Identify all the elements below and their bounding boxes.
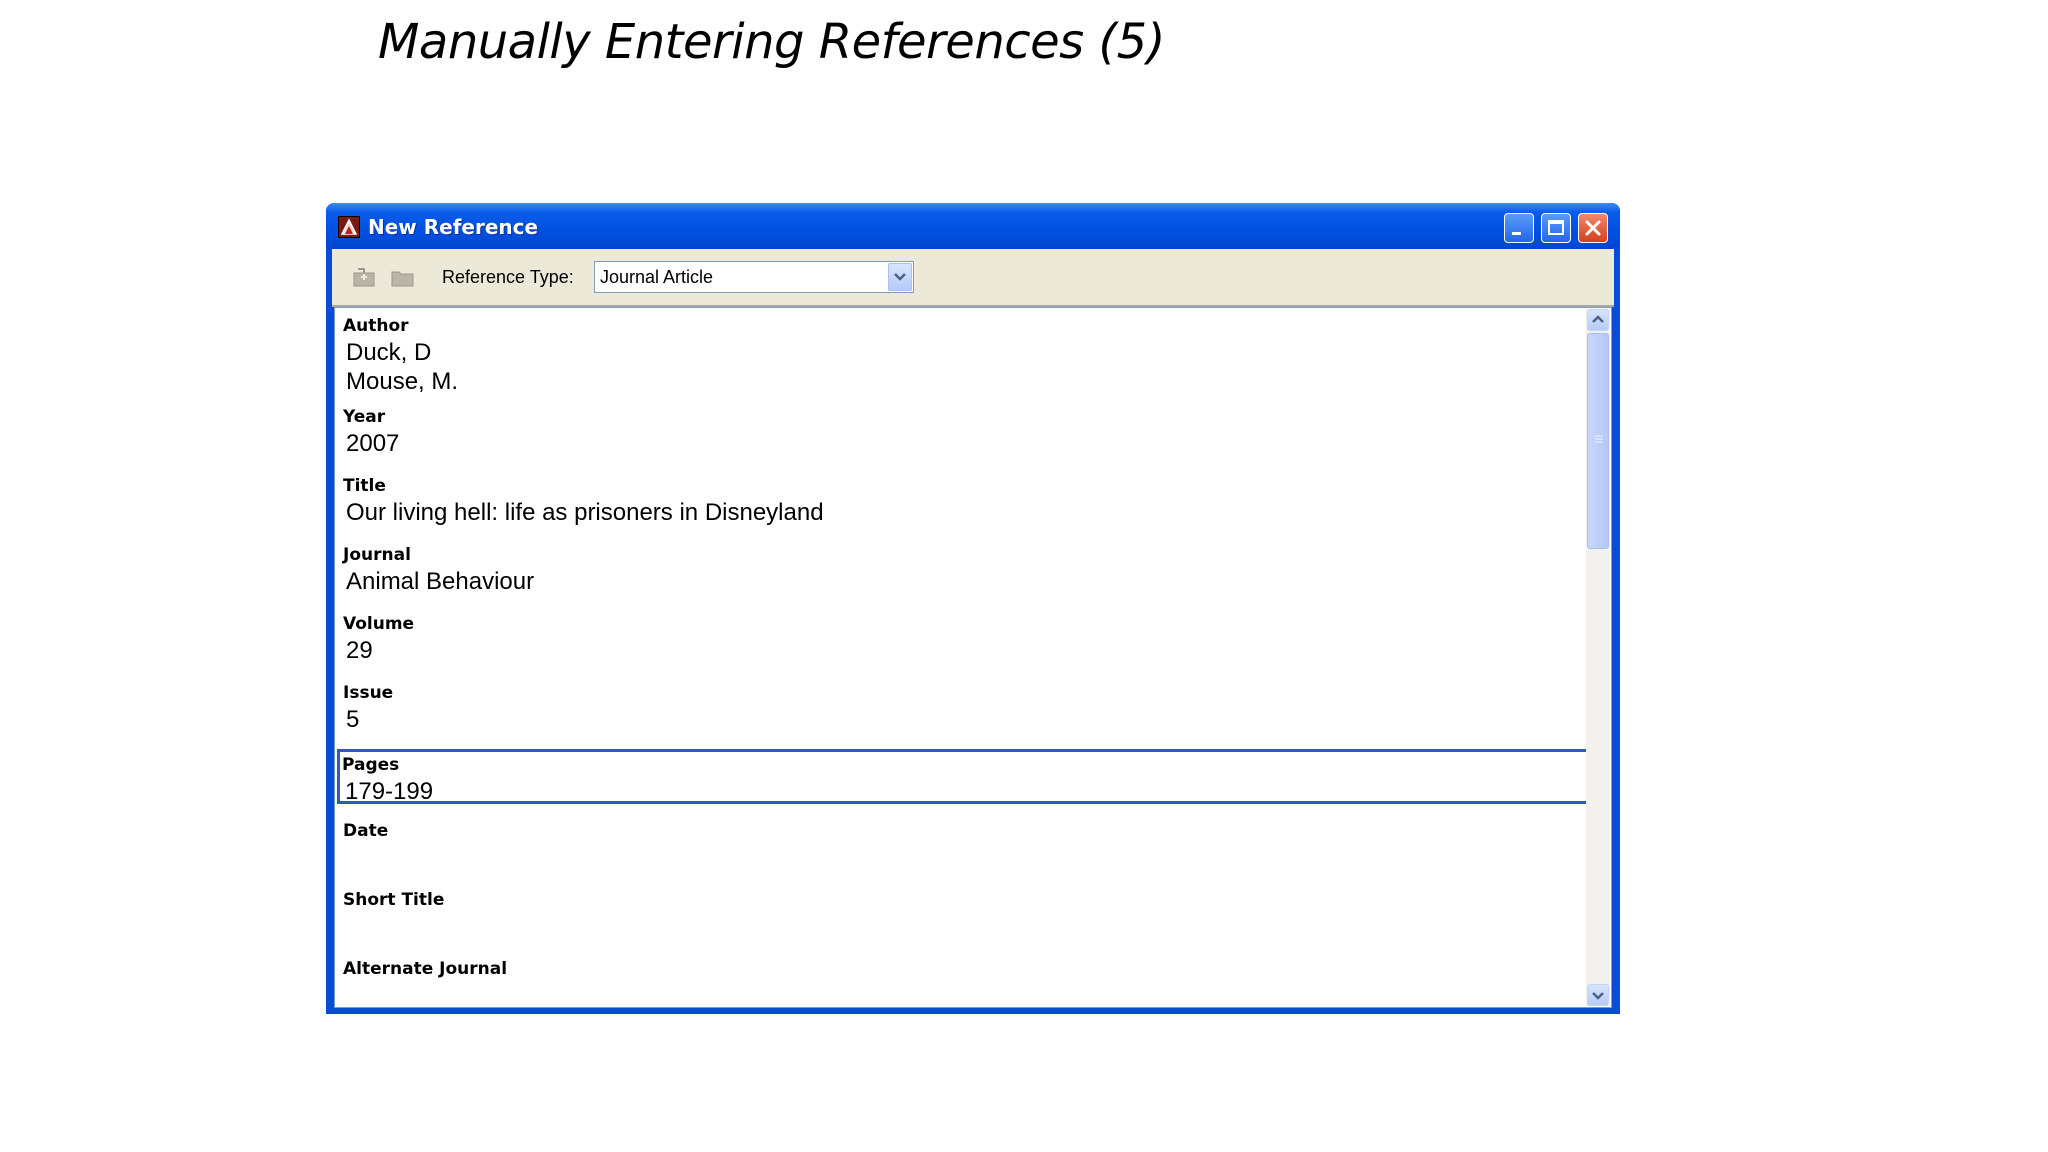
field-title[interactable]: Title Our living hell: life as prisoners … [341,476,1591,533]
field-value[interactable]: 2007 [346,429,399,458]
field-label: Journal [343,545,411,565]
reference-fields-panel: Author Duck, D Mouse, M. Year 2007 Title Our l… [334,307,1612,1008]
toolbar: Reference Type: Journal Article [332,249,1614,307]
field-value[interactable]: Duck, D [346,338,431,367]
field-label: Year [343,407,386,427]
vertical-scrollbar[interactable] [1586,309,1610,1006]
maximize-button[interactable] [1541,213,1571,243]
title-bar[interactable]: New Reference [326,203,1620,249]
field-label: Alternate Journal [343,959,508,979]
field-label: Title [343,476,386,496]
close-icon [1585,220,1601,236]
reference-type-value: Journal Article [600,267,714,287]
field-value[interactable]: Our living hell: life as prisoners in Di… [346,498,824,527]
field-value[interactable]: Mouse, M. [346,367,458,396]
new-reference-window: New Reference Reference Type: Journal Ar… [326,203,1620,1014]
field-journal[interactable]: Journal Animal Behaviour [341,545,1591,602]
chevron-down-icon [1592,992,1604,1000]
chevron-down-icon [894,273,906,281]
reference-type-select[interactable]: Journal Article [594,261,914,293]
field-label: Date [343,821,389,841]
field-value[interactable]: 29 [346,636,373,665]
field-issue[interactable]: Issue 5 [341,683,1591,740]
reference-type-dropdown-button[interactable] [888,263,912,291]
field-pages[interactable]: Pages 179-199 [337,749,1589,806]
field-volume[interactable]: Volume 29 [341,614,1591,671]
field-alternate-journal[interactable]: Alternate Journal [341,959,1591,1016]
scroll-down-button[interactable] [1587,984,1609,1006]
field-label: Pages [342,755,400,775]
field-label: Issue [343,683,394,703]
grip-icon [1595,435,1603,443]
field-label: Volume [343,614,415,634]
scroll-thumb[interactable] [1587,333,1609,549]
reference-type-label: Reference Type: [442,267,574,287]
field-date[interactable]: Date [341,821,1591,878]
field-value[interactable]: 5 [346,705,359,734]
field-author[interactable]: Author Duck, D Mouse, M. [341,316,1591,402]
scroll-up-button[interactable] [1587,309,1609,331]
folder-icon[interactable] [390,267,416,287]
field-short-title[interactable]: Short Title [341,890,1591,947]
chevron-up-icon [1592,315,1604,323]
window-title: New Reference [368,215,539,239]
minimize-button[interactable] [1504,213,1534,243]
field-label: Short Title [343,890,445,910]
field-year[interactable]: Year 2007 [341,407,1591,464]
field-label: Author [343,316,409,336]
field-value[interactable]: 179-199 [345,777,433,806]
minimize-icon [1512,232,1521,235]
endnote-app-icon [338,216,360,238]
maximize-icon [1548,220,1564,235]
field-value[interactable]: Animal Behaviour [346,567,534,596]
close-button[interactable] [1578,213,1608,243]
slide-title: Manually Entering References (5) [378,14,1165,70]
insert-reference-icon[interactable] [352,267,378,287]
